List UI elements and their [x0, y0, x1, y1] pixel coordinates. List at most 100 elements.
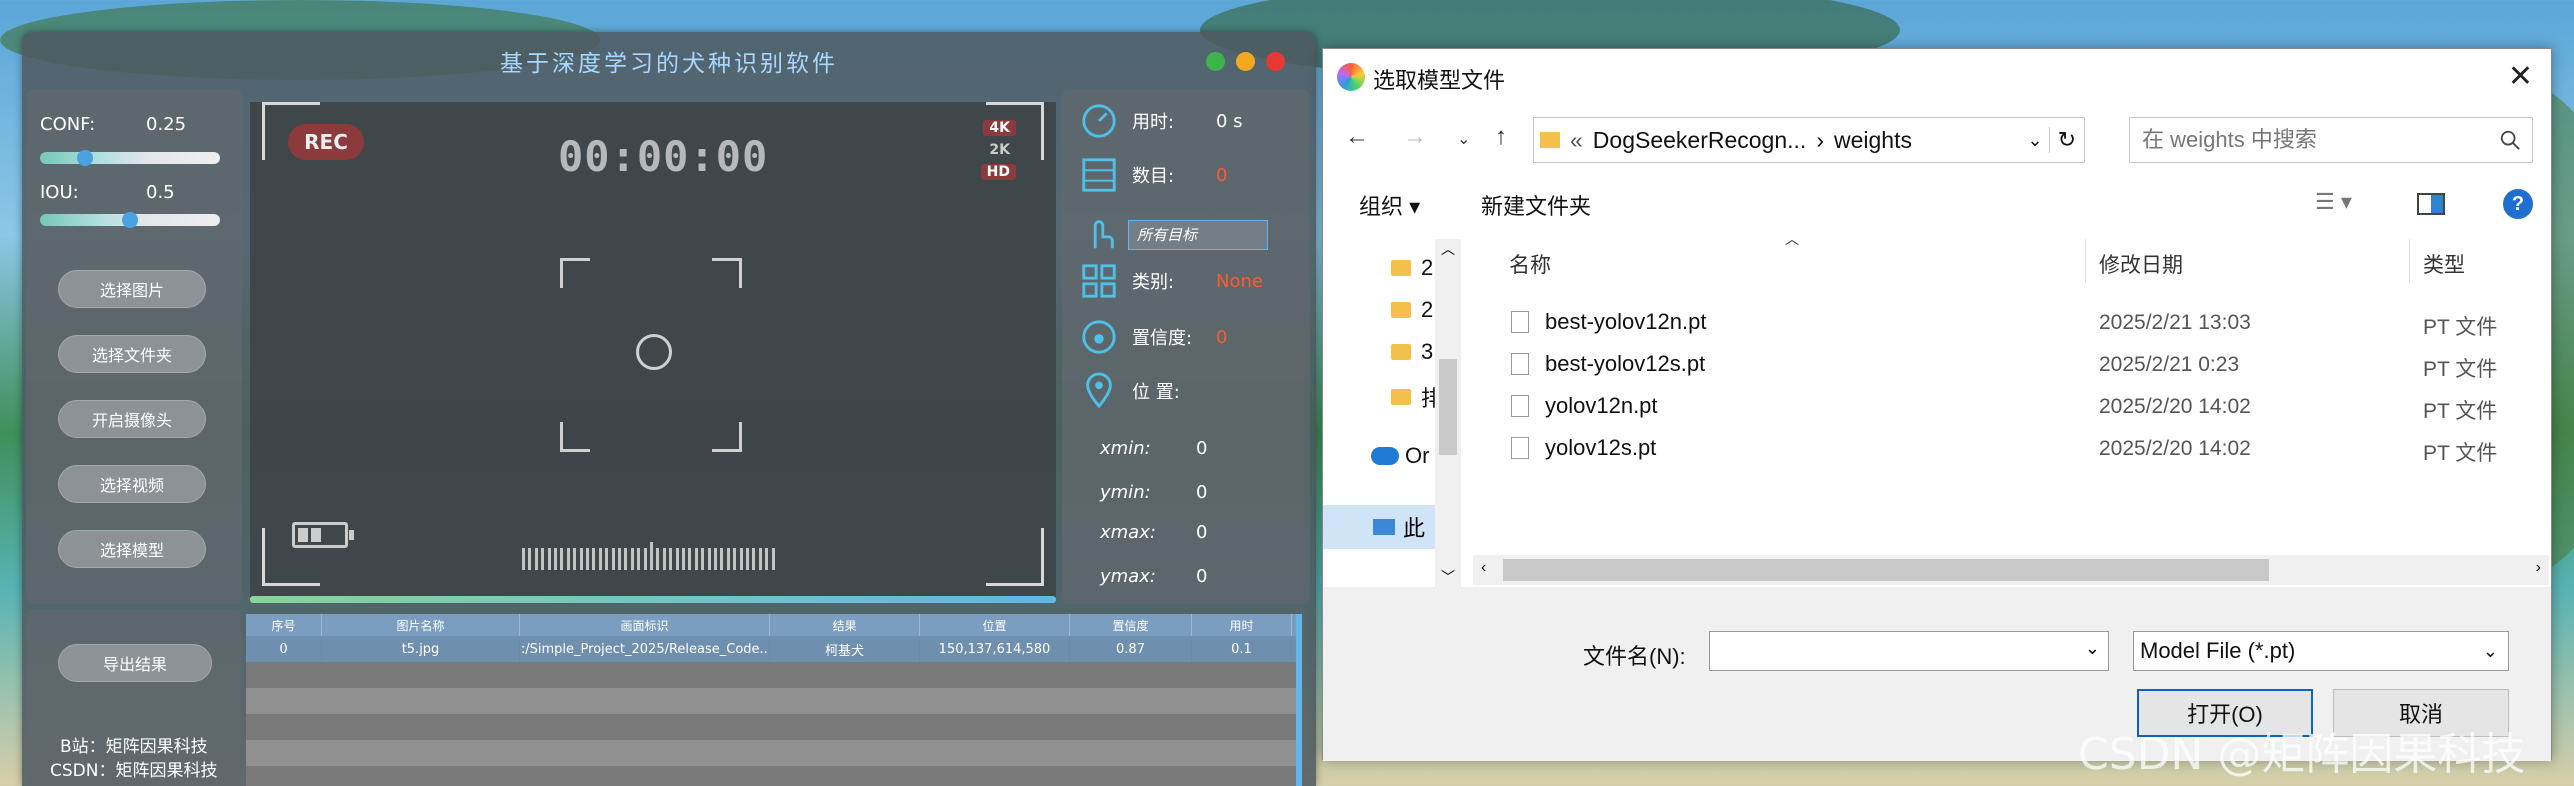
class-label: 类别:: [1132, 272, 1175, 293]
up-arrow-icon[interactable]: ↑: [1495, 123, 1507, 151]
address-bar[interactable]: « DogSeekerRecogn... › weights ⌄ ↻: [1533, 117, 2085, 163]
file-type: PT 文件: [2423, 442, 2498, 465]
file-row[interactable]: best-yolov12n.pt: [1511, 309, 1706, 335]
open-camera-button[interactable]: 开启摄像头: [58, 400, 206, 438]
target-select[interactable]: 所有目标: [1128, 220, 1268, 250]
tree-item-this-pc[interactable]: 此: [1323, 505, 1435, 549]
new-folder-button[interactable]: 新建文件夹: [1481, 189, 1591, 221]
table-header: 序号 图片名称 画面标识 结果 位置 置信度 用时: [246, 614, 1302, 636]
file-row[interactable]: yolov12s.pt: [1511, 435, 1656, 461]
time-value: 0 s: [1216, 110, 1243, 132]
filetype-dropdown-icon[interactable]: ⌄: [2483, 632, 2498, 670]
ruler-tick: [637, 548, 641, 570]
search-input[interactable]: 在 weights 中搜索: [2129, 117, 2533, 163]
recent-chevron-icon[interactable]: ⌄: [1457, 129, 1470, 149]
close-icon[interactable]: ✕: [2508, 59, 2533, 94]
scroll-up-icon[interactable]: ︿: [1435, 239, 1461, 259]
back-arrow-icon[interactable]: ←: [1345, 123, 1369, 151]
ymax-value: 0: [1196, 566, 1208, 587]
select-image-button[interactable]: 选择图片: [58, 270, 206, 308]
ruler-tick: [534, 548, 538, 570]
forward-arrow-icon[interactable]: →: [1403, 123, 1427, 151]
ymin-value: 0: [1196, 482, 1208, 503]
tree-item-label: 此: [1403, 516, 1426, 541]
refresh-icon[interactable]: ↻: [2048, 127, 2084, 153]
select-folder-button[interactable]: 选择文件夹: [58, 335, 206, 373]
conf-slider-handle[interactable]: [77, 150, 93, 166]
table-row[interactable]: [246, 714, 1302, 740]
export-panel: 导出结果 B站：矩阵因果科技 CSDN：矩阵因果科技: [26, 610, 242, 786]
table-scrollbar[interactable]: [1296, 614, 1302, 786]
filetype-select[interactable]: Model File (*.pt) ⌄: [2133, 631, 2509, 671]
ruler-tick: [720, 548, 724, 570]
minimize-button[interactable]: [1206, 52, 1225, 71]
address-dropdown-icon[interactable]: ⌄: [2027, 130, 2042, 151]
conf-slider[interactable]: [40, 150, 220, 166]
file-row[interactable]: yolov12n.pt: [1511, 393, 1658, 419]
tree-item[interactable]: 2: [1391, 297, 1433, 323]
cloud-icon: [1371, 447, 1399, 465]
table-header-cell: 位置: [920, 614, 1070, 636]
filename-input[interactable]: ⌄: [1709, 631, 2109, 671]
filename-dropdown-icon[interactable]: ⌄: [2085, 638, 2100, 659]
timer-icon: [1082, 104, 1116, 138]
column-header-date[interactable]: 修改日期: [2099, 249, 2183, 279]
file-dialog: 选取模型文件 ✕ ← → ⌄ ↑ « DogSeekerRecogn... › …: [1322, 48, 2552, 761]
export-results-button[interactable]: 导出结果: [58, 644, 212, 682]
table-row[interactable]: [246, 766, 1302, 786]
frame-corner: [986, 102, 1044, 160]
ruler-tick: [598, 548, 602, 570]
gauge-icon: [1082, 320, 1116, 354]
scroll-right-icon[interactable]: ›: [2536, 559, 2541, 577]
scroll-down-icon[interactable]: ﹀: [1435, 567, 1461, 587]
ruler-tick: [701, 548, 705, 570]
filename-label: 文件名(N):: [1583, 644, 1686, 669]
scroll-left-icon[interactable]: ‹: [1481, 559, 1486, 577]
search-icon[interactable]: [2499, 129, 2521, 151]
tree-item[interactable]: 3: [1391, 339, 1433, 365]
horizontal-scrollbar[interactable]: ‹ ›: [1473, 555, 2549, 585]
ruler-tick: [688, 548, 692, 570]
ruler-tick: [726, 548, 730, 570]
column-header-type[interactable]: 类型: [2423, 249, 2465, 279]
close-button[interactable]: [1266, 52, 1285, 71]
path-parent[interactable]: DogSeekerRecogn...: [1593, 127, 1807, 154]
tree-item[interactable]: 2: [1391, 255, 1433, 281]
iou-slider-handle[interactable]: [122, 212, 138, 228]
pointer-icon: [1093, 220, 1114, 249]
table-row[interactable]: [246, 688, 1302, 714]
focus-corner: [712, 258, 742, 288]
select-video-button[interactable]: 选择视频: [58, 465, 206, 503]
table-row[interactable]: 0 t5.jpg J:/Simple_Project_2025/Release_…: [246, 636, 1302, 662]
tree-item-label: 2: [1421, 255, 1434, 280]
table-cell: 0.87: [1070, 636, 1192, 662]
table-row[interactable]: [246, 662, 1302, 688]
file-date: 2025/2/21 0:23: [2099, 353, 2240, 376]
column-divider[interactable]: [2409, 239, 2410, 283]
view-options-icon[interactable]: ☰ ▾: [2315, 189, 2352, 215]
tree-item-onedrive[interactable]: Or: [1371, 443, 1429, 469]
quality-hd-badge: HD: [980, 164, 1016, 180]
focus-corner: [560, 258, 590, 288]
select-model-button[interactable]: 选择模型: [58, 530, 206, 568]
maximize-button[interactable]: [1236, 52, 1255, 71]
control-panel: CONF: 0.25 IOU: 0.5 选择图片 选择文件夹 开启摄像头 选择视…: [26, 90, 242, 604]
path-current[interactable]: weights: [1834, 127, 1912, 154]
table-row[interactable]: [246, 740, 1302, 766]
file-icon: [1511, 311, 1529, 333]
ruler-tick: [669, 548, 673, 570]
iou-slider[interactable]: [40, 212, 220, 228]
file-row[interactable]: best-yolov12s.pt: [1511, 351, 1705, 377]
help-icon[interactable]: ?: [2503, 189, 2533, 219]
ruler-tick: [714, 548, 717, 570]
organize-label: 组织: [1359, 194, 1404, 219]
preview-pane-icon[interactable]: [2417, 193, 2445, 215]
column-divider[interactable]: [2085, 239, 2086, 283]
column-header-name[interactable]: 名称: [1509, 249, 1551, 279]
horizontal-scroll-thumb[interactable]: [1503, 559, 2269, 581]
tree-scrollbar[interactable]: ︿ ﹀: [1435, 239, 1461, 587]
organize-menu[interactable]: 组织 ▾: [1359, 189, 1420, 221]
table-cell: 0.1: [1192, 636, 1292, 662]
tree-scroll-thumb[interactable]: [1439, 359, 1457, 455]
confidence-label: 置信度:: [1132, 328, 1193, 349]
